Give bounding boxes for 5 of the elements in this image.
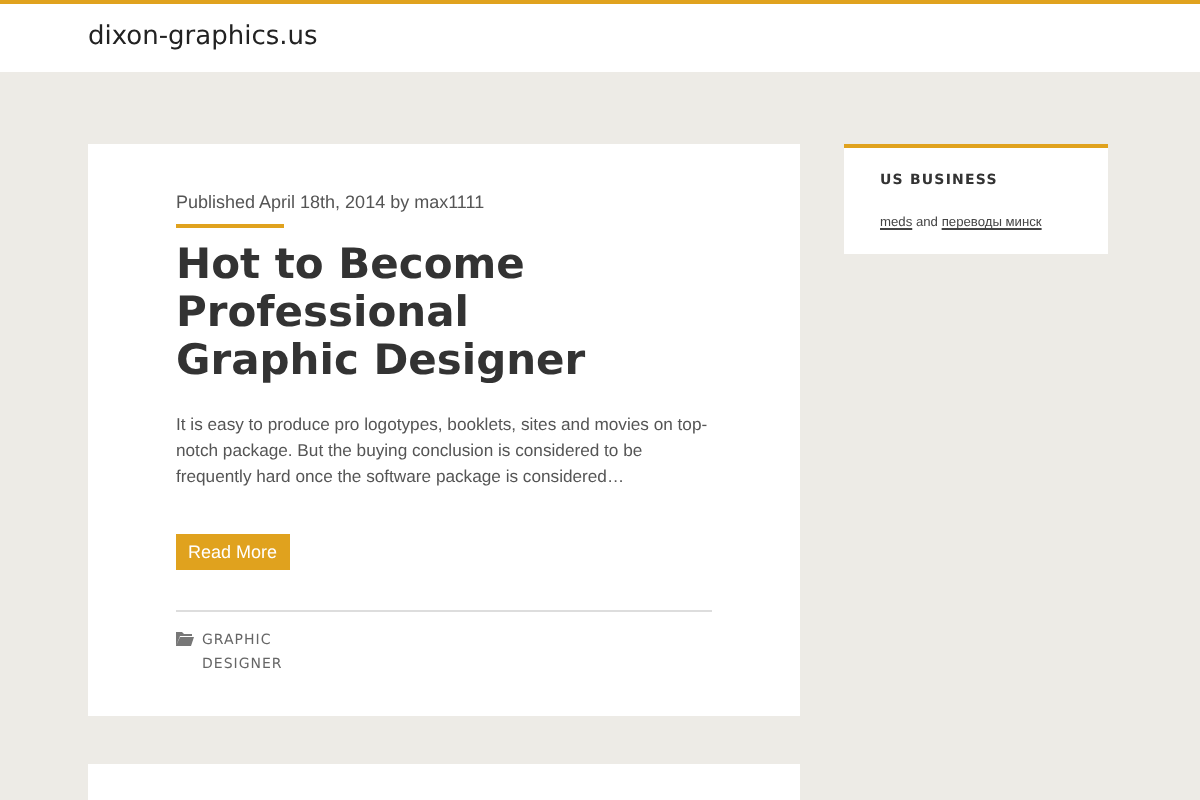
post-meta: Published April 18th, 2014 by max1111 [176,192,487,212]
folder-icon [176,632,194,646]
post-excerpt: It is easy to produce pro logotypes, booklets, sites and movies on top-notch package. But the buying conclusion is considered to be frequently hard once the software package is considered… [176,412,710,490]
post-title: Hot to Become Professional Graphic Designer [176,240,588,384]
site-title[interactable]: dixon-graphics.us [88,21,318,51]
